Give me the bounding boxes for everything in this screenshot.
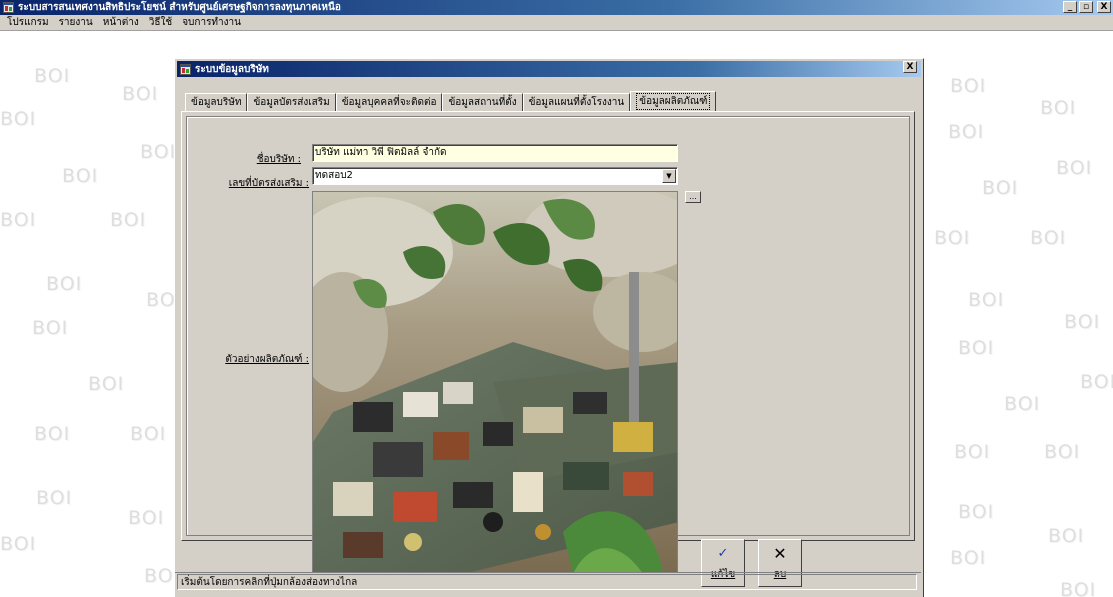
product-sample-image xyxy=(312,191,678,573)
chevron-down-icon[interactable]: ▼ xyxy=(662,169,676,183)
boi-watermark: BOI xyxy=(46,273,83,295)
maximize-button[interactable]: ▫ xyxy=(1079,1,1093,13)
boi-watermark: BOI xyxy=(982,177,1019,199)
app-title-bar[interactable]: ระบบสารสนเทศงานสิทธิประโยชน์ สำหรับศูนย์… xyxy=(0,0,1113,15)
boi-watermark: BOI xyxy=(140,141,177,163)
menu-bar: โปรแกรม รายงาน หน้าต่าง วิธีใช้ จบการทำง… xyxy=(0,15,1113,31)
boi-watermark: BOI xyxy=(958,501,995,523)
tab-company[interactable]: ข้อมูลบริษัท xyxy=(185,93,248,111)
status-bar: เริ่มต้นโดยการคลิกที่ปุ่มกล้องส่องทางไกล xyxy=(175,572,921,591)
menu-exit[interactable]: จบการทำงาน xyxy=(177,15,246,30)
app-window-icon xyxy=(3,2,14,13)
tab-factory-map[interactable]: ข้อมูลแผนที่ตั้งโรงงาน xyxy=(522,93,631,111)
boi-watermark: BOI xyxy=(34,423,71,445)
boi-watermark: BOI xyxy=(1060,579,1097,597)
boi-watermark: BOI xyxy=(1044,441,1081,463)
boi-watermark: BOI xyxy=(62,165,99,187)
company-name-label: ชื่อบริษัท : xyxy=(256,154,301,165)
tab-product[interactable]: ข้อมูลผลิตภัณฑ์ xyxy=(630,91,717,111)
boi-watermark: BOI xyxy=(1080,371,1113,393)
boi-watermark: BOI xyxy=(88,373,125,395)
minimize-button[interactable]: _ xyxy=(1063,1,1077,13)
menu-help[interactable]: วิธีใช้ xyxy=(144,15,177,30)
menu-window[interactable]: หน้าต่าง xyxy=(98,15,144,30)
boi-watermark: BOI xyxy=(1004,393,1041,415)
tab-label: ข้อมูลบริษัท xyxy=(191,97,242,108)
browse-image-button[interactable]: ... xyxy=(685,191,701,203)
certificate-no-value: ทดสอบ2 xyxy=(315,170,353,181)
boi-watermark: BOI xyxy=(1056,157,1093,179)
dialog-title: ระบบข้อมูลบริษัท xyxy=(195,63,269,75)
boi-watermark: BOI xyxy=(130,423,167,445)
certificate-no-label: เลขที่บัตรส่งเสริม : xyxy=(228,178,309,189)
boi-watermark: BOI xyxy=(0,533,37,555)
company-name-field[interactable]: บริษัท แม่ทา วิพี ฟิตมิลล์ จำกัด xyxy=(312,144,678,162)
boi-watermark: BOI xyxy=(934,227,971,249)
boi-watermark: BOI xyxy=(958,337,995,359)
boi-watermark: BOI xyxy=(128,507,165,529)
certificate-no-select[interactable]: ทดสอบ2 ▼ xyxy=(312,167,678,185)
boi-watermark: BOI xyxy=(1048,525,1085,547)
product-sample-label: ตัวอย่างผลิตภัณฑ์ : xyxy=(225,354,309,365)
tab-label: ข้อมูลผลิตภัณฑ์ xyxy=(636,93,711,110)
menu-report[interactable]: รายงาน xyxy=(54,15,98,30)
boi-watermark: BOI xyxy=(0,209,37,231)
tab-label: ข้อมูลสถานที่ตั้ง xyxy=(448,97,517,108)
tab-location[interactable]: ข้อมูลสถานที่ตั้ง xyxy=(442,93,523,111)
boi-watermark: BOI xyxy=(1040,97,1077,119)
tab-certificate[interactable]: ข้อมูลบัตรส่งเสริม xyxy=(247,93,336,111)
boi-watermark: BOI xyxy=(34,65,71,87)
boi-watermark: BOI xyxy=(1064,311,1101,333)
tab-label: ข้อมูลแผนที่ตั้งโรงงาน xyxy=(528,97,625,108)
boi-watermark: BOI xyxy=(110,209,147,231)
boi-watermark: BOI xyxy=(32,317,69,339)
boi-watermark: BOI xyxy=(950,547,987,569)
boi-watermark: BOI xyxy=(950,75,987,97)
tab-label: ข้อมูลบุคคลที่จะติดต่อ xyxy=(341,97,437,108)
boi-watermark: BOI xyxy=(948,121,985,143)
boi-watermark: BOI xyxy=(1030,227,1067,249)
menu-program[interactable]: โปรแกรม xyxy=(2,15,54,30)
spellcheck-icon: ✓ xyxy=(717,545,729,561)
boi-watermark: BOI xyxy=(968,289,1005,311)
status-text: เริ่มต้นโดยการคลิกที่ปุ่มกล้องส่องทางไกล xyxy=(177,574,917,590)
app-title: ระบบสารสนเทศงานสิทธิประโยชน์ สำหรับศูนย์… xyxy=(18,2,341,13)
x-icon: ✕ xyxy=(773,543,787,563)
boi-watermark: BOI xyxy=(0,108,37,130)
product-tab-panel: ชื่อบริษัท : บริษัท แม่ทา วิพี ฟิตมิลล์ … xyxy=(181,111,915,587)
close-button[interactable]: X xyxy=(1097,1,1111,13)
app-window-icon xyxy=(180,63,191,75)
boi-watermark: BOI xyxy=(122,83,159,105)
boi-watermark: BOI xyxy=(36,487,73,509)
boi-watermark: BOI xyxy=(954,441,991,463)
tab-contact[interactable]: ข้อมูลบุคคลที่จะติดต่อ xyxy=(335,93,443,111)
dialog-title-bar[interactable]: ระบบข้อมูลบริษัท xyxy=(177,61,921,77)
company-info-window: ระบบข้อมูลบริษัท X ข้อมูลบริษัท ข้อมูลบั… xyxy=(174,58,924,597)
tab-strip: ข้อมูลบริษัท ข้อมูลบัตรส่งเสริม ข้อมูลบุ… xyxy=(185,91,717,111)
tab-label: ข้อมูลบัตรส่งเสริม xyxy=(253,97,330,108)
dialog-close-button[interactable]: X xyxy=(903,61,917,73)
